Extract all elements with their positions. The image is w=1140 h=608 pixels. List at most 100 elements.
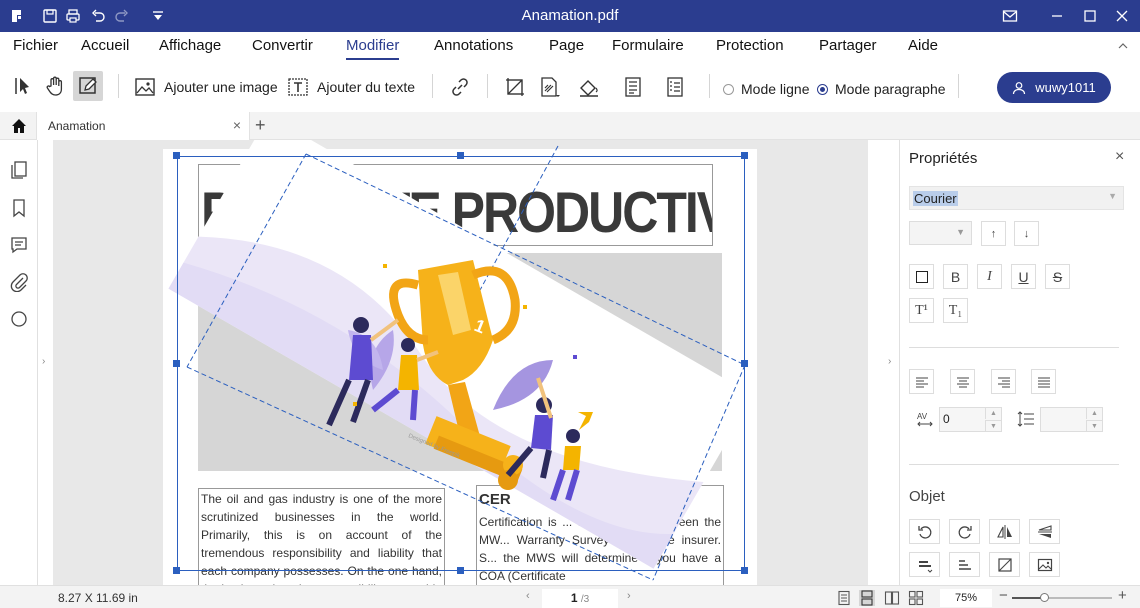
link-tool[interactable] [449,76,471,98]
spin-down-icon[interactable]: ▼ [985,420,1001,431]
spin-up-icon[interactable]: ▲ [1086,408,1102,419]
resize-handle-se[interactable] [741,567,748,574]
watermark-tool[interactable] [538,76,560,98]
two-page-view-icon[interactable] [884,590,900,606]
italic-button[interactable]: I [977,264,1002,289]
rotate-left-button[interactable] [909,519,940,544]
font-size-select[interactable]: ▼ [909,221,972,245]
document-canvas[interactable]: PROMOTE PRODUCTIVITY The oil and gas ind… [53,140,868,585]
align-objects-button[interactable] [909,552,940,577]
zoom-slider[interactable] [1012,593,1112,602]
print-icon[interactable] [63,6,83,26]
mail-icon[interactable] [1000,6,1020,26]
menu-convertir[interactable]: Convertir [252,32,313,60]
justify-button[interactable] [1031,369,1056,394]
mode-line-option[interactable]: Mode ligne [723,81,810,97]
mode-paragraph-option[interactable]: Mode paragraphe [817,81,946,97]
page-number-input[interactable]: 1 /3 [542,589,618,608]
crop-image-button[interactable] [989,552,1020,577]
menu-affichage[interactable]: Affichage [159,32,221,60]
single-page-view-icon[interactable] [836,590,852,606]
tab-close-icon[interactable]: × [233,117,241,133]
decrease-font-button[interactable]: ↓ [1014,221,1039,246]
undo-icon[interactable] [88,6,108,26]
menu-modifier[interactable]: Modifier [346,32,400,60]
flip-vertical-button[interactable] [1029,519,1060,544]
resize-handle-ne[interactable] [741,152,748,159]
app-logo-icon[interactable] [8,6,28,26]
attachment-icon[interactable] [9,272,29,293]
resize-handle-w[interactable] [173,360,180,367]
resize-handle-e[interactable] [741,360,748,367]
distribute-objects-button[interactable] [949,552,980,577]
align-left-button[interactable] [909,369,934,394]
new-tab-icon[interactable]: + [255,115,266,136]
menu-accueil[interactable]: Accueil [81,32,129,60]
bold-button[interactable]: B [943,264,968,289]
spin-up-icon[interactable]: ▲ [985,408,1001,419]
menu-partager[interactable]: Partager [819,32,877,60]
spin-down-icon[interactable]: ▼ [1086,420,1102,431]
char-spacing-input[interactable]: 0 ▲ ▼ [939,407,1002,432]
menu-annotations[interactable]: Annotations [434,32,513,60]
add-image-button[interactable]: Ajouter une image [134,76,278,98]
strikethrough-button[interactable]: S [1045,264,1070,289]
font-family-select[interactable]: Courier ▼ [909,186,1124,210]
save-icon[interactable] [40,6,60,26]
crop-tool[interactable] [504,76,526,98]
bookmark-icon[interactable] [9,198,29,218]
resize-handle-n[interactable] [457,152,464,159]
underline-button[interactable]: U [1011,264,1036,289]
mode-paragraph-radio[interactable] [817,83,828,95]
menu-page[interactable]: Page [549,32,584,60]
align-right-button[interactable] [991,369,1016,394]
zoom-level[interactable]: 75% [940,589,992,607]
tab-anamation[interactable]: Anamation × [36,112,250,140]
comment-icon[interactable] [9,235,29,255]
prev-page-icon[interactable]: ‹ [526,590,530,602]
zoom-slider-knob[interactable] [1040,593,1049,602]
menu-formulaire[interactable]: Formulaire [612,32,684,60]
maximize-icon[interactable] [1080,6,1100,26]
continuous-view-icon[interactable] [859,590,875,606]
align-center-button[interactable] [950,369,975,394]
user-account-button[interactable]: wuwy1011 [997,72,1111,103]
menu-aide[interactable]: Aide [908,32,938,60]
edit-content-tool[interactable] [77,75,99,97]
line-spacing-input[interactable]: ▲ ▼ [1040,407,1103,432]
collapse-left-panel-icon[interactable]: › [42,356,45,367]
increase-font-button[interactable]: ↑ [981,221,1006,246]
bates-number-tool[interactable] [664,76,686,98]
close-window-icon[interactable] [1112,6,1132,26]
flip-horizontal-button[interactable] [989,519,1020,544]
thumbnails-icon[interactable] [9,160,29,180]
superscript-button[interactable]: T¹ [909,298,934,323]
hand-tool[interactable] [45,75,67,97]
quick-access-dropdown-icon[interactable] [148,6,168,26]
resize-handle-s[interactable] [457,567,464,574]
zoom-out-icon[interactable]: − [999,587,1008,604]
select-tool[interactable] [12,75,34,97]
home-icon[interactable] [10,117,28,135]
menu-protection[interactable]: Protection [716,32,784,60]
background-tool[interactable] [578,76,600,98]
collapse-ribbon-icon[interactable] [1117,40,1129,52]
replace-image-button[interactable] [1029,552,1060,577]
header-footer-tool[interactable] [622,76,644,98]
menu-fichier[interactable]: Fichier [13,32,58,60]
add-text-button[interactable]: Ajouter du texte [287,76,415,98]
resize-handle-nw[interactable] [173,152,180,159]
grid-view-icon[interactable] [908,590,924,606]
next-page-icon[interactable]: › [627,590,631,602]
font-color-button[interactable] [909,264,934,289]
rotate-right-button[interactable] [949,519,980,544]
mode-line-radio[interactable] [723,83,734,95]
minimize-icon[interactable] [1047,6,1067,26]
subscript-button[interactable]: T₁ [943,298,968,323]
resize-handle-sw[interactable] [173,567,180,574]
close-panel-icon[interactable]: × [1115,148,1124,166]
collapse-right-panel-icon[interactable]: › [888,356,891,367]
redo-icon[interactable] [112,6,132,26]
zoom-in-icon[interactable]: + [1118,587,1127,604]
search-panel-icon[interactable] [9,309,29,329]
